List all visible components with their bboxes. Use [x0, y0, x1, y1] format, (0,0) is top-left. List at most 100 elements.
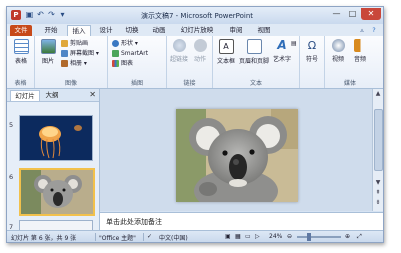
textbox-label: 文本框	[216, 58, 235, 65]
vertical-scrollbar[interactable]: ▲ ▼ ⇞ ⇟	[372, 89, 383, 211]
shapes-button[interactable]: 形状 ▾	[112, 39, 138, 48]
slide-editor[interactable]	[100, 89, 373, 211]
pane-close-icon[interactable]: ✕	[89, 90, 96, 100]
slide-thumbnail-5[interactable]	[19, 115, 93, 161]
status-divider	[95, 233, 96, 241]
tab-file[interactable]: 文件	[10, 25, 32, 36]
album-button[interactable]: 相册 ▾	[61, 59, 87, 68]
table-button[interactable]: 表格	[10, 39, 32, 65]
video-label: 视频	[331, 56, 344, 63]
undo-icon[interactable]: ↶	[36, 10, 45, 19]
title-bar: P ▣ ↶ ↷ ▾ 演示文稿7 - Microsoft PowerPoint —…	[7, 7, 383, 24]
zoom-level[interactable]: 24%	[269, 233, 282, 240]
tab-review[interactable]: 审阅	[225, 25, 247, 36]
group-text: A 文本框 页眉和页脚 A 艺术字 ▤ 文本	[213, 36, 300, 88]
normal-view-icon[interactable]: ▣	[225, 233, 231, 240]
notes-placeholder[interactable]: 单击此处添加备注	[106, 217, 162, 227]
speaker-icon	[353, 39, 367, 52]
help-icon[interactable]: ?	[369, 25, 379, 36]
reading-view-icon[interactable]: ▭	[245, 233, 251, 240]
group-tables: 表格 表格	[7, 36, 35, 88]
customize-icon[interactable]: ▾	[58, 10, 67, 19]
tab-home[interactable]: 开始	[40, 25, 62, 36]
tab-outline[interactable]: 大纲	[41, 90, 63, 100]
video-icon	[331, 39, 345, 52]
wordart-label: 艺术字	[272, 56, 291, 63]
picture-button[interactable]: 图片	[38, 39, 58, 65]
group-illustrations: 形状 ▾ SmartArt 图表 插图	[108, 36, 167, 88]
smartart-button[interactable]: SmartArt	[112, 49, 148, 58]
theme-status: "Office 主题"	[99, 235, 136, 242]
ribbon-tabs: 文件 开始 插入 设计 切换 动画 幻灯片放映 审阅 视图 ▵ ?	[7, 24, 383, 37]
status-bar: 幻灯片 第 6 张，共 9 张 "Office 主题" ✓ 中文(中国) ▣ ▦…	[7, 230, 383, 242]
clipart-button[interactable]: 剪贴画	[61, 39, 88, 48]
header-footer-label: 页眉和页脚	[238, 58, 269, 65]
pane-tabs: 幻灯片 大纲 ✕	[7, 89, 99, 102]
group-links: 超链接 动作 链接	[167, 36, 213, 88]
clipart-label: 剪贴画	[70, 40, 89, 47]
screenshot-icon	[61, 50, 68, 57]
fit-to-window-icon[interactable]: ⤢	[357, 233, 362, 241]
zoom-out-icon[interactable]: ⊖	[287, 233, 292, 240]
zoom-in-icon[interactable]: ⊕	[345, 233, 350, 240]
koala-photo[interactable]	[176, 109, 298, 202]
jellyfish-image	[20, 116, 92, 160]
tab-design[interactable]: 设计	[95, 25, 117, 36]
zoom-slider-knob[interactable]	[307, 233, 311, 241]
minimize-button[interactable]: —	[329, 8, 344, 20]
scroll-thumb[interactable]	[374, 109, 383, 171]
table-icon	[13, 39, 29, 54]
save-icon[interactable]: ▣	[25, 10, 34, 19]
album-label: 相册	[70, 60, 83, 67]
textbox-button[interactable]: A 文本框	[214, 39, 238, 65]
album-icon	[61, 60, 68, 67]
window-title: 演示文稿7 - Microsoft PowerPoint	[140, 12, 254, 20]
notes-pane[interactable]: 单击此处添加备注	[100, 212, 383, 231]
slide-count-status: 幻灯片 第 6 张，共 9 张	[11, 235, 77, 242]
slides-pane: 幻灯片 大纲 ✕ 5 6 7	[7, 89, 100, 231]
smartart-label: SmartArt	[121, 50, 149, 57]
symbol-button[interactable]: Ω 符号	[302, 39, 322, 63]
group-symbols: Ω 符号	[300, 36, 325, 88]
chart-button[interactable]: 图表	[112, 59, 133, 68]
hyperlink-label: 超链接	[169, 56, 188, 63]
picture-icon	[40, 39, 56, 54]
slide-thumbnail-6[interactable]	[19, 168, 95, 216]
slide-sorter-icon[interactable]: ▦	[235, 233, 241, 240]
action-label: 动作	[193, 56, 206, 63]
spellcheck-icon[interactable]: ✓	[147, 233, 152, 240]
ribbon-minimize-icon[interactable]: ▵	[357, 25, 367, 36]
tab-slideshow[interactable]: 幻灯片放映	[177, 25, 217, 36]
audio-button[interactable]: 音频	[349, 39, 371, 63]
current-slide[interactable]	[176, 109, 298, 202]
group-label-illustrations: 插图	[130, 80, 143, 87]
powerpoint-app-icon[interactable]: P	[11, 10, 21, 20]
previous-slide-icon[interactable]: ⇞	[374, 189, 382, 197]
action-star-icon	[193, 39, 207, 52]
video-button[interactable]: 视频	[327, 39, 349, 63]
tab-view[interactable]: 视图	[253, 25, 275, 36]
hyperlink-button[interactable]: 超链接	[169, 39, 189, 63]
maximize-button[interactable]: □	[345, 8, 360, 20]
next-slide-icon[interactable]: ⇟	[374, 199, 382, 207]
language-status[interactable]: 中文(中国)	[159, 233, 188, 242]
slideshow-view-icon[interactable]: ▷	[255, 233, 260, 240]
screenshot-button[interactable]: 屏幕截图 ▾	[61, 49, 99, 58]
close-button[interactable]: ✕	[361, 8, 381, 20]
action-button[interactable]: 动作	[191, 39, 209, 63]
shapes-icon	[112, 40, 119, 47]
koala-thumbnail-image	[21, 170, 93, 214]
powerpoint-window: P ▣ ↶ ↷ ▾ 演示文稿7 - Microsoft PowerPoint —…	[6, 6, 384, 243]
zoom-slider[interactable]	[297, 233, 341, 241]
redo-icon[interactable]: ↷	[47, 10, 56, 19]
tab-slides[interactable]: 幻灯片	[10, 90, 40, 101]
tab-transitions[interactable]: 切换	[121, 25, 143, 36]
textbox-icon: A	[218, 39, 234, 54]
header-footer-button[interactable]: 页眉和页脚	[238, 39, 270, 65]
tab-animations[interactable]: 动画	[148, 25, 170, 36]
scroll-down-icon[interactable]: ▼	[374, 179, 382, 187]
scroll-up-icon[interactable]: ▲	[374, 90, 382, 98]
table-label: 表格	[14, 58, 27, 65]
text-more-icon[interactable]: ▤	[291, 39, 297, 48]
slide-number: 5	[9, 121, 14, 129]
